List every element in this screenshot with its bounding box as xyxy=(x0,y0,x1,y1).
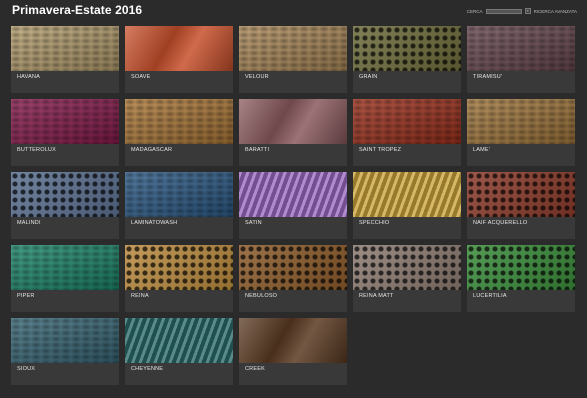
leather-swatch-image[interactable] xyxy=(125,318,233,363)
collection-tile[interactable]: PIPER xyxy=(11,245,119,312)
leather-swatch-image[interactable] xyxy=(353,245,461,290)
leather-swatch-image[interactable] xyxy=(353,26,461,71)
search-input[interactable] xyxy=(485,8,522,14)
collection-tile[interactable]: REINA MATT xyxy=(353,245,461,312)
collection-tile[interactable]: MADAGASCAR xyxy=(125,99,233,166)
tile-label: NEBULOSO xyxy=(245,293,278,299)
leather-swatch-image[interactable] xyxy=(467,172,575,217)
leather-swatch-image[interactable] xyxy=(125,245,233,290)
tile-label: LAMINATOWASH xyxy=(131,220,178,226)
leather-swatch-image[interactable] xyxy=(11,26,119,71)
collection-tile[interactable]: NAIF ACQUERELLO xyxy=(467,172,575,239)
tile-label: HAVANA xyxy=(17,74,41,80)
collection-tile[interactable]: REINA xyxy=(125,245,233,312)
leather-swatch-image[interactable] xyxy=(239,26,347,71)
tile-label: BARATTI xyxy=(245,147,270,153)
collection-tile[interactable]: SIOUX xyxy=(11,318,119,385)
tile-label: CREEK xyxy=(245,366,265,372)
leather-swatch-image[interactable] xyxy=(353,99,461,144)
collection-tile[interactable]: MALINDI xyxy=(11,172,119,239)
collection-tile[interactable]: SPECCHIO xyxy=(353,172,461,239)
leather-swatch-image[interactable] xyxy=(467,99,575,144)
tile-label: LUCERTILIA xyxy=(473,293,507,299)
tile-label: SPECCHIO xyxy=(359,220,390,226)
leather-swatch-image[interactable] xyxy=(11,318,119,363)
collection-tile[interactable]: SOAVE xyxy=(125,26,233,93)
tile-label: PIPER xyxy=(17,293,35,299)
tile-label: VELOUR xyxy=(245,74,269,80)
leather-swatch-image[interactable] xyxy=(353,172,461,217)
tile-label: REINA MATT xyxy=(359,293,394,299)
tile-label: CHEYENNE xyxy=(131,366,164,372)
leather-swatch-image[interactable] xyxy=(125,99,233,144)
collection-tile[interactable]: CHEYENNE xyxy=(125,318,233,385)
leather-swatch-image[interactable] xyxy=(11,99,119,144)
tile-label: GRAIN xyxy=(359,74,378,80)
tile-label: SATIN xyxy=(245,220,262,226)
leather-swatch-image[interactable] xyxy=(467,245,575,290)
tile-label: MALINDI xyxy=(17,220,41,226)
header: Primavera-Estate 2016 CERCA » RICERCA AV… xyxy=(0,0,587,22)
tile-label: MADAGASCAR xyxy=(131,147,173,153)
search-go-button[interactable]: » xyxy=(524,8,531,14)
leather-swatch-image[interactable] xyxy=(239,245,347,290)
collection-tile[interactable]: LAME' xyxy=(467,99,575,166)
leather-swatch-image[interactable] xyxy=(239,99,347,144)
leather-swatch-image[interactable] xyxy=(125,172,233,217)
collection-tile[interactable]: BARATTI xyxy=(239,99,347,166)
collection-tile[interactable]: NEBULOSO xyxy=(239,245,347,312)
collection-tile[interactable]: LUCERTILIA xyxy=(467,245,575,312)
tile-label: REINA xyxy=(131,293,149,299)
collection-tile[interactable]: TIRAMISU' xyxy=(467,26,575,93)
collection-tile[interactable]: LAMINATOWASH xyxy=(125,172,233,239)
tile-label: NAIF ACQUERELLO xyxy=(473,220,528,226)
leather-swatch-image[interactable] xyxy=(11,172,119,217)
leather-swatch-image[interactable] xyxy=(467,26,575,71)
collection-tile[interactable]: SATIN xyxy=(239,172,347,239)
collection-tile[interactable]: CREEK xyxy=(239,318,347,385)
tile-label: SAINT TROPEZ xyxy=(359,147,402,153)
search-label: CERCA xyxy=(466,8,483,14)
collection-tile[interactable]: VELOUR xyxy=(239,26,347,93)
leather-swatch-image[interactable] xyxy=(11,245,119,290)
collection-tile[interactable]: HAVANA xyxy=(11,26,119,93)
page-title: Primavera-Estate 2016 xyxy=(12,3,143,17)
search-bar: CERCA » RICERCA AVANZATA xyxy=(467,8,577,14)
tile-label: BUTTEROLUX xyxy=(17,147,56,153)
tile-label: TIRAMISU' xyxy=(473,74,503,80)
tile-label: SOAVE xyxy=(131,74,151,80)
collection-tile[interactable]: BUTTEROLUX xyxy=(11,99,119,166)
collection-tile[interactable]: GRAIN xyxy=(353,26,461,93)
leather-swatch-image[interactable] xyxy=(239,318,347,363)
advanced-search-link[interactable]: RICERCA AVANZATA xyxy=(534,9,577,14)
tile-label: LAME' xyxy=(473,147,491,153)
collection-tile[interactable]: SAINT TROPEZ xyxy=(353,99,461,166)
tile-label: SIOUX xyxy=(17,366,36,372)
collection-grid: HAVANA SOAVE VELOUR GRAIN TIRAMISU' BUTTEROLU… xyxy=(11,26,575,385)
leather-swatch-image[interactable] xyxy=(125,26,233,71)
leather-swatch-image[interactable] xyxy=(239,172,347,217)
